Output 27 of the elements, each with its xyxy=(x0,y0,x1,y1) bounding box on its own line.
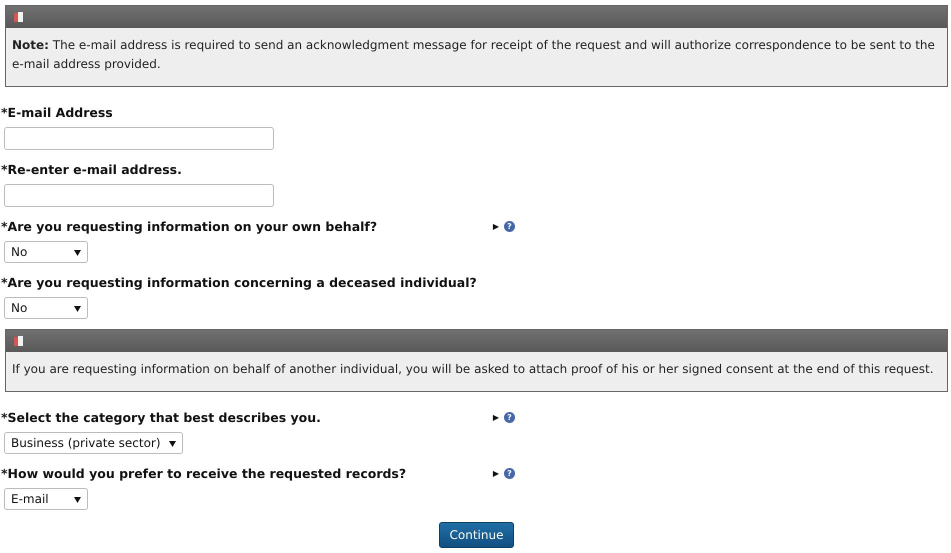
email-input[interactable] xyxy=(4,184,274,207)
help-icon[interactable]: ? xyxy=(504,468,515,478)
field-label: *Select the category that best describes you. xyxy=(1,410,322,424)
dropdown[interactable]: No xyxy=(4,297,88,319)
field-label: *Are you requesting information concerning a deceased individual? xyxy=(1,274,478,290)
caret-icon xyxy=(74,496,81,502)
expand-arrow[interactable]: ▶ xyxy=(492,468,499,478)
book-icon xyxy=(14,12,23,22)
field-label: *Re-enter e-mail address. xyxy=(1,162,183,176)
help-icon[interactable]: ? xyxy=(504,412,515,422)
book-icon xyxy=(14,336,23,346)
dropdown[interactable]: No xyxy=(4,241,88,263)
caret-icon xyxy=(168,440,176,446)
dropdown[interactable]: E-mail xyxy=(4,488,88,510)
continue-button[interactable]: Continue xyxy=(438,522,514,548)
notice-text: If you are requesting information on behalf of another individual, you will be asked to attach proof of his or her signed consent at the end of this request. xyxy=(11,361,935,378)
field-label: *E-mail Address xyxy=(1,104,114,120)
help-icon[interactable]: ? xyxy=(504,220,515,232)
email-input[interactable] xyxy=(4,127,274,150)
notice-text: Note: The e-mail address is required to send an acknowledgment message for receipt of the request and will authorize correspondence to be sent to the e-mail address provided. xyxy=(11,37,936,73)
field-label: *How would you prefer to receive the requested records? xyxy=(1,466,408,480)
expand-arrow[interactable]: ▶ xyxy=(492,222,499,230)
dropdown[interactable]: Business (private sector) xyxy=(4,432,183,454)
caret-icon xyxy=(74,248,81,256)
field-label: *Are you requesting information on your own behalf? xyxy=(1,218,378,234)
caret-icon xyxy=(74,304,81,312)
expand-arrow[interactable]: ▶ xyxy=(492,412,499,422)
